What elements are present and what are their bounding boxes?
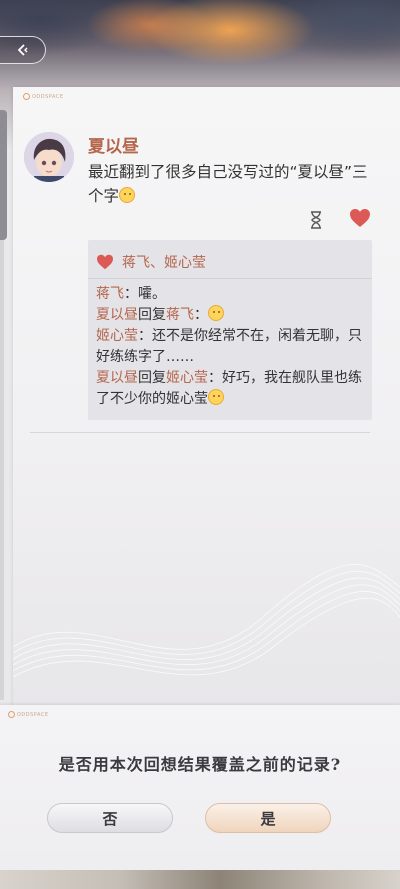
scroll-handle[interactable] [0, 110, 7, 240]
comment-sep: ： [124, 286, 138, 302]
brand-logo-icon [8, 711, 15, 718]
grimace-face-emoji-icon [208, 389, 224, 405]
bottom-background [0, 870, 400, 889]
heart-icon [97, 254, 113, 270]
post-username[interactable]: 夏以昼 [88, 132, 139, 157]
dialog-brand-logo: ODDSPACE [8, 711, 49, 718]
chevron-left-icon [17, 44, 27, 56]
comment-item[interactable]: 蒋飞：嚯。 [96, 284, 368, 305]
dialog-message: 是否用本次回想结果覆盖之前的记录? [58, 755, 342, 774]
comment-author: 夏以昼 [96, 370, 138, 386]
comment-list: 蒋飞：嚯。 夏以昼回复蒋飞： 姬心莹：还不是你经常不在，闲着无聊，只好练练字了…… [96, 284, 368, 410]
card-brand-logo: ODDSPACE [23, 93, 64, 100]
like-heart-icon[interactable] [349, 208, 371, 228]
comment-panel: 蒋飞、姬心莹 蒋飞：嚯。 夏以昼回复蒋飞： 姬心莹：还不是你经常不在，闲着无聊，… [88, 240, 372, 420]
divider [88, 278, 372, 279]
comment-text: 嚯。 [138, 286, 166, 302]
comment-item[interactable]: 姬心莹：还不是你经常不在，闲着无聊，只好练练字了…… [96, 326, 368, 368]
comment-sep: ： [208, 370, 222, 386]
comment-reply-to: 蒋飞 [166, 307, 194, 323]
avatar-image [24, 132, 74, 182]
brand-logo-icon [23, 93, 30, 100]
divider [30, 432, 370, 433]
comment-item[interactable]: 夏以昼回复姬心莹：好巧，我在舰队里也练了不少你的姬心莹 [96, 368, 368, 410]
likes-names: 蒋飞、姬心莹 [122, 255, 206, 271]
no-button[interactable]: 否 [47, 803, 173, 833]
post-text: 最近翻到了很多自己没写过的“夏以昼”三个字 [88, 160, 378, 208]
likes-row: 蒋飞、姬心莹 [96, 252, 206, 272]
overwrite-dialog: ODDSPACE 是否用本次回想结果覆盖之前的记录? 否 是 [0, 705, 400, 870]
blush-face-emoji-icon [208, 305, 224, 321]
comment-item[interactable]: 夏以昼回复蒋飞： [96, 305, 368, 326]
comment-reply-word: 回复 [138, 370, 166, 386]
yes-button[interactable]: 是 [205, 803, 331, 833]
comment-sep: ： [194, 307, 208, 323]
comment-reply-to: 姬心莹 [166, 370, 208, 386]
comment-sep: ： [138, 328, 152, 344]
side-edge [0, 240, 4, 700]
back-button[interactable] [0, 36, 46, 64]
shy-face-emoji-icon [119, 187, 136, 203]
card-brand-text: ODDSPACE [32, 93, 64, 100]
avatar[interactable] [24, 132, 74, 182]
comment-author: 姬心莹 [96, 328, 138, 344]
comment-author: 夏以昼 [96, 307, 138, 323]
wave-decoration [13, 564, 400, 678]
dialog-brand-text: ODDSPACE [17, 711, 49, 718]
comment-reply-word: 回复 [138, 307, 166, 323]
comment-author: 蒋飞 [96, 286, 124, 302]
hourglass-icon[interactable] [308, 210, 324, 230]
